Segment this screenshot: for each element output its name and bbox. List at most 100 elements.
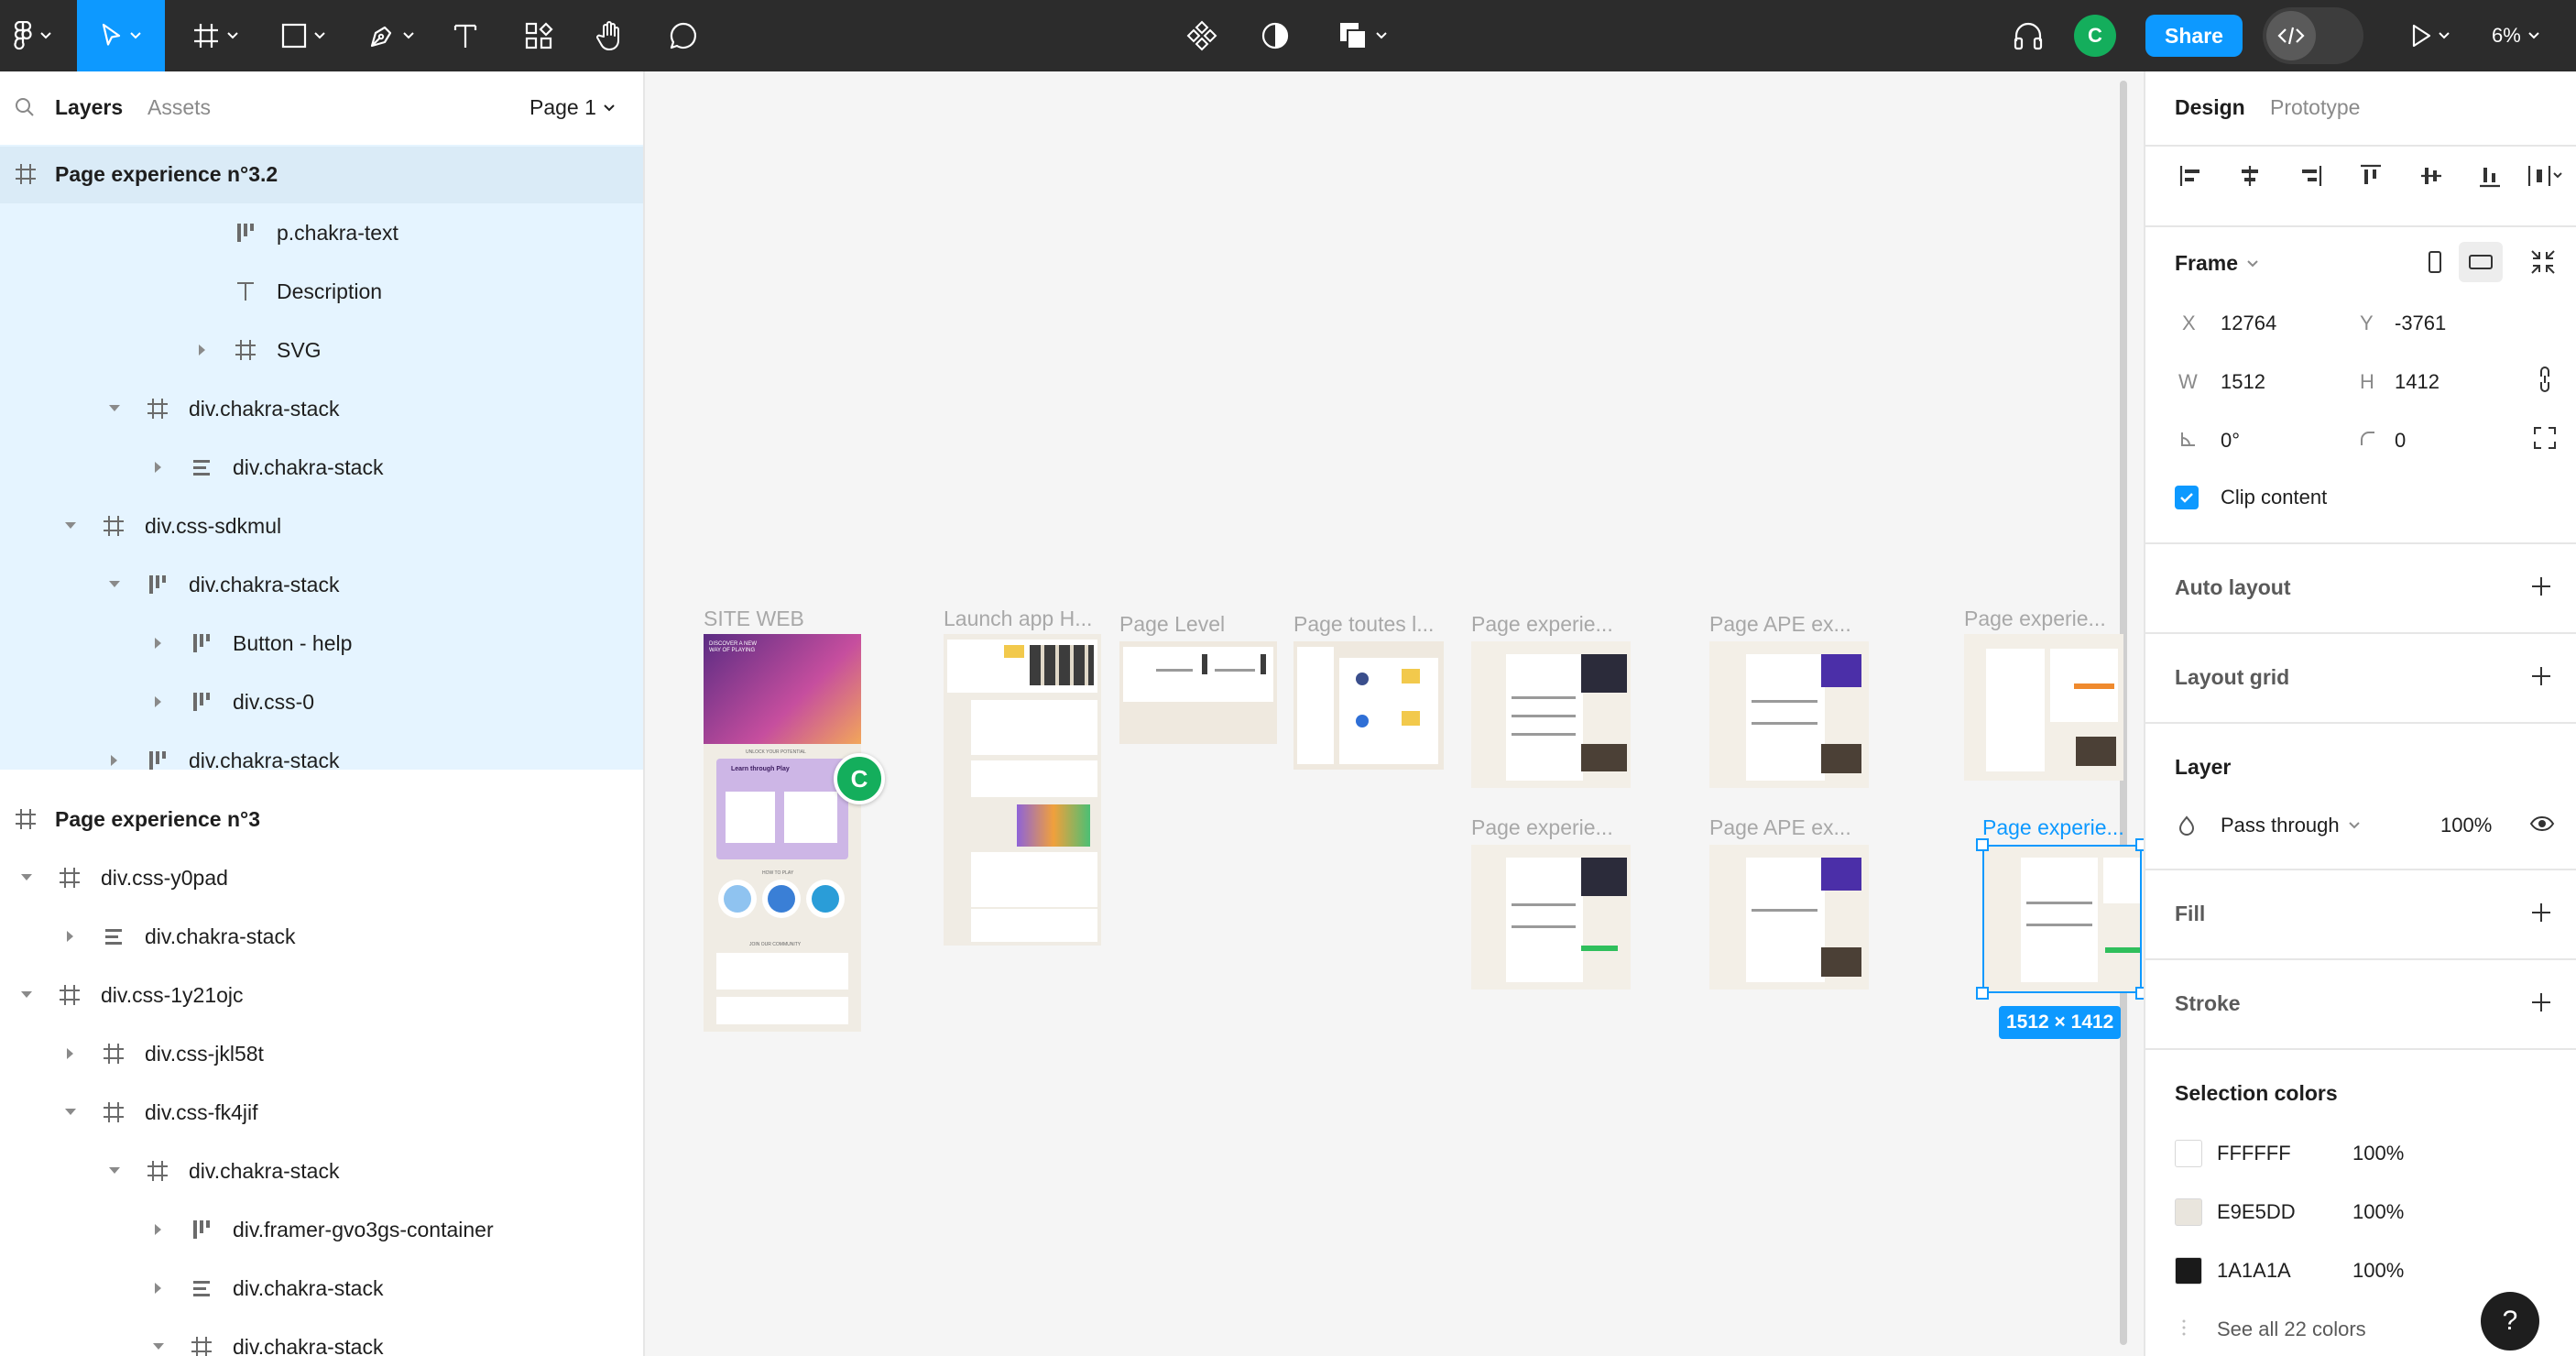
boolean-ops-button[interactable]: [1330, 0, 1394, 71]
frame-thumbnail-page-experience[interactable]: [1471, 641, 1631, 788]
add-layout-grid-button[interactable]: [2528, 663, 2554, 689]
layer-row[interactable]: div.css-jkl58t: [0, 1024, 643, 1083]
tab-assets[interactable]: Assets: [147, 95, 211, 120]
add-fill-button[interactable]: [2528, 900, 2554, 925]
theme-toggle-button[interactable]: [1257, 0, 1293, 71]
user-avatar[interactable]: C: [2074, 15, 2116, 57]
caret-right-icon[interactable]: [64, 930, 77, 943]
align-center-horizontal-icon[interactable]: [2232, 158, 2268, 194]
layer-row[interactable]: Description: [0, 262, 643, 321]
design-canvas[interactable]: SITE WEB Launch app H... Page Level Page…: [647, 71, 2144, 1356]
corner-radius-input[interactable]: 0: [2395, 429, 2406, 453]
caret-right-icon[interactable]: [152, 1223, 165, 1236]
layer-row[interactable]: div.chakra-stack: [0, 555, 643, 614]
color-opacity[interactable]: 100%: [2352, 1259, 2404, 1283]
layer-row[interactable]: div.css-0: [0, 673, 643, 731]
layer-row[interactable]: div.chakra-stack: [0, 907, 643, 966]
present-button[interactable]: [2398, 0, 2462, 71]
layer-row[interactable]: div.chakra-stack: [0, 1259, 643, 1318]
layer-row[interactable]: div.chakra-stack: [0, 379, 643, 438]
visibility-toggle[interactable]: [2527, 810, 2558, 837]
frame-thumbnail-page-level[interactable]: [1119, 641, 1277, 744]
y-input[interactable]: -3761: [2395, 312, 2446, 335]
caret-down-icon[interactable]: [64, 1106, 77, 1119]
rotation-input[interactable]: 0°: [2221, 429, 2240, 453]
frame-thumbnail-site-web[interactable]: DISCOVER A NEW WAY OF PLAYING Learn thro…: [704, 634, 861, 1032]
tab-prototype[interactable]: Prototype: [2270, 95, 2360, 120]
color-swatch[interactable]: [2175, 1198, 2202, 1226]
selection-box[interactable]: [1982, 845, 2142, 993]
landscape-orientation-button[interactable]: [2459, 242, 2503, 282]
color-hex[interactable]: E9E5DD: [2217, 1200, 2296, 1224]
caret-down-icon[interactable]: [20, 989, 33, 1001]
clip-content-checkbox[interactable]: [2175, 486, 2199, 509]
shape-tool-button[interactable]: [271, 0, 335, 71]
x-input[interactable]: 12764: [2221, 312, 2276, 335]
align-left-icon[interactable]: [2173, 158, 2210, 194]
layer-row[interactable]: p.chakra-text: [0, 203, 643, 262]
constrain-proportions-button[interactable]: [2532, 365, 2558, 394]
layer-row[interactable]: Button - help: [0, 614, 643, 673]
tab-layers[interactable]: Layers: [55, 95, 123, 120]
color-opacity[interactable]: 100%: [2352, 1142, 2404, 1165]
resize-handle[interactable]: [2135, 987, 2144, 1000]
align-bottom-icon[interactable]: [2472, 158, 2508, 194]
frame-title[interactable]: Page toutes l...: [1293, 612, 1434, 637]
frame-thumbnail-page-ape[interactable]: [1709, 641, 1869, 788]
layer-row[interactable]: div.chakra-stack: [0, 438, 643, 497]
width-input[interactable]: 1512: [2221, 370, 2265, 394]
components-button[interactable]: [1184, 0, 1220, 71]
layer-row[interactable]: div.chakra-stack: [0, 1142, 643, 1200]
layer-row[interactable]: div.chakra-stack: [0, 1318, 643, 1356]
frame-title[interactable]: Page experie...: [1471, 815, 1613, 840]
caret-down-icon[interactable]: [108, 578, 121, 591]
blend-mode-dropdown[interactable]: Pass through: [2221, 814, 2360, 837]
layer-row[interactable]: div.css-sdkmul: [0, 497, 643, 555]
independent-corners-button[interactable]: [2532, 423, 2558, 453]
resize-to-fit-button[interactable]: [2528, 247, 2558, 277]
color-swatch[interactable]: [2175, 1257, 2202, 1285]
caret-right-icon[interactable]: [152, 695, 165, 708]
color-swatch[interactable]: [2175, 1140, 2202, 1167]
caret-right-icon[interactable]: [196, 344, 209, 356]
caret-down-icon[interactable]: [108, 1165, 121, 1177]
frame-thumbnail-page-experience[interactable]: [1471, 845, 1631, 990]
frame-title[interactable]: Page experie...: [1964, 607, 2106, 631]
color-hex[interactable]: 1A1A1A: [2217, 1259, 2291, 1283]
caret-right-icon[interactable]: [152, 637, 165, 650]
zoom-menu[interactable]: 6%: [2492, 0, 2539, 71]
see-all-colors-link[interactable]: See all 22 colors: [2217, 1318, 2366, 1341]
resize-handle[interactable]: [2135, 838, 2144, 851]
resize-handle[interactable]: [1976, 987, 1989, 1000]
layer-row-frame[interactable]: Page experience n°3.2: [0, 145, 643, 203]
caret-right-icon[interactable]: [64, 1047, 77, 1060]
frame-thumbnail-page-experience[interactable]: [1964, 634, 2123, 781]
frame-title[interactable]: Page Level: [1119, 612, 1225, 637]
distribute-icon[interactable]: [2525, 158, 2565, 194]
pen-tool-button[interactable]: [359, 0, 423, 71]
align-top-icon[interactable]: [2352, 158, 2389, 194]
search-icon[interactable]: [15, 97, 35, 117]
portrait-orientation-button[interactable]: [2415, 242, 2455, 282]
frame-thumbnail-launch-app[interactable]: [944, 634, 1101, 946]
move-tool-button[interactable]: [77, 0, 165, 71]
caret-right-icon[interactable]: [152, 1282, 165, 1295]
layer-row[interactable]: div.css-y0pad: [0, 848, 643, 907]
layer-row[interactable]: div.framer-gvo3gs-container: [0, 1200, 643, 1259]
caret-right-icon[interactable]: [108, 754, 121, 767]
layer-row[interactable]: SVG: [0, 321, 643, 379]
audio-chat-button[interactable]: [2010, 0, 2047, 71]
frame-title-selected[interactable]: Page experie...: [1982, 815, 2124, 840]
height-input[interactable]: 1412: [2395, 370, 2440, 394]
color-opacity[interactable]: 100%: [2352, 1200, 2404, 1224]
caret-right-icon[interactable]: [152, 461, 165, 474]
caret-down-icon[interactable]: [108, 402, 121, 415]
caret-down-icon[interactable]: [20, 871, 33, 884]
comment-tool-button[interactable]: [665, 0, 702, 71]
layer-row[interactable]: div.css-fk4jif: [0, 1083, 643, 1142]
align-right-icon[interactable]: [2292, 158, 2329, 194]
frame-thumbnail-page-ape[interactable]: [1709, 845, 1869, 990]
hand-tool-button[interactable]: [592, 0, 628, 71]
frame-title[interactable]: Page APE ex...: [1709, 612, 1851, 637]
layer-opacity-input[interactable]: 100%: [2440, 814, 2492, 837]
